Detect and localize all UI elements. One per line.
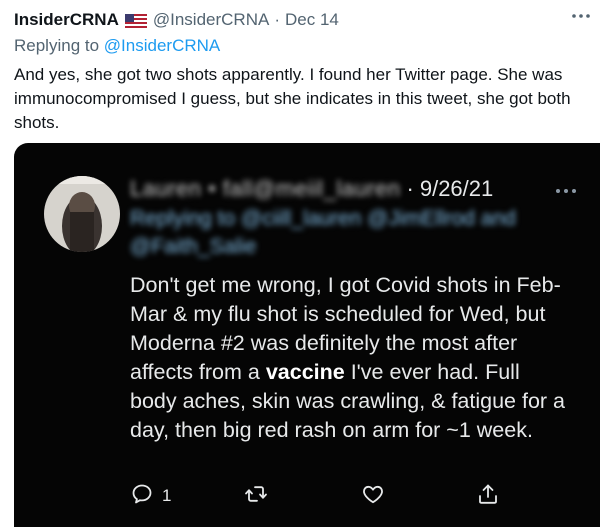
embedded-tweet-date: 9/26/21 bbox=[419, 176, 494, 201]
replying-prefix: Replying to bbox=[14, 36, 100, 55]
embedded-tweet-text: Don't get me wrong, I got Covid shots in… bbox=[130, 271, 570, 445]
tweet-header: InsiderCRNA @InsiderCRNA · Dec 14 bbox=[14, 9, 339, 31]
retweet-action bbox=[244, 481, 268, 511]
display-name[interactable]: InsiderCRNA bbox=[14, 10, 119, 30]
embedded-tweet-header: Lauren • fall@meiil_lauren · 9/26/21 bbox=[130, 175, 493, 203]
embedded-action-bar: 1 bbox=[130, 481, 510, 511]
embedded-text-bold: vaccine bbox=[265, 360, 345, 384]
tweet-date[interactable]: Dec 14 bbox=[285, 10, 339, 30]
us-flag-icon bbox=[124, 13, 147, 28]
share-action bbox=[476, 481, 500, 511]
like-icon bbox=[361, 482, 385, 511]
tweet: InsiderCRNA @InsiderCRNA · Dec 14 Replyi… bbox=[0, 0, 600, 527]
reply-icon bbox=[130, 482, 154, 511]
tweet-text: And yes, she got two shots apparently. I… bbox=[14, 65, 571, 132]
more-options-icon bbox=[554, 183, 578, 199]
reply-count: 1 bbox=[162, 486, 172, 505]
replying-to: Replying to @InsiderCRNA bbox=[14, 36, 220, 56]
embedded-replying-to: Replying to @ciill_lauren @JimEllrod and… bbox=[130, 205, 570, 261]
more-options-icon[interactable] bbox=[570, 8, 592, 24]
separator-dot: · bbox=[406, 176, 414, 201]
separator-dot: · bbox=[274, 10, 280, 29]
avatar bbox=[44, 176, 120, 252]
share-icon bbox=[476, 482, 500, 511]
attached-screenshot-image[interactable]: Lauren • fall@meiil_lauren · 9/26/21 Rep… bbox=[14, 143, 600, 527]
handle[interactable]: @InsiderCRNA bbox=[153, 10, 269, 30]
replying-mention-link[interactable]: @InsiderCRNA bbox=[104, 36, 220, 55]
reply-action: 1 bbox=[130, 481, 171, 511]
retweet-icon bbox=[244, 482, 268, 511]
blurred-replying-mentions: Replying to @ciill_lauren @JimEllrod and… bbox=[130, 207, 516, 258]
blurred-author-name: Lauren • fall@meiil_lauren bbox=[130, 176, 401, 201]
like-action bbox=[361, 481, 385, 511]
